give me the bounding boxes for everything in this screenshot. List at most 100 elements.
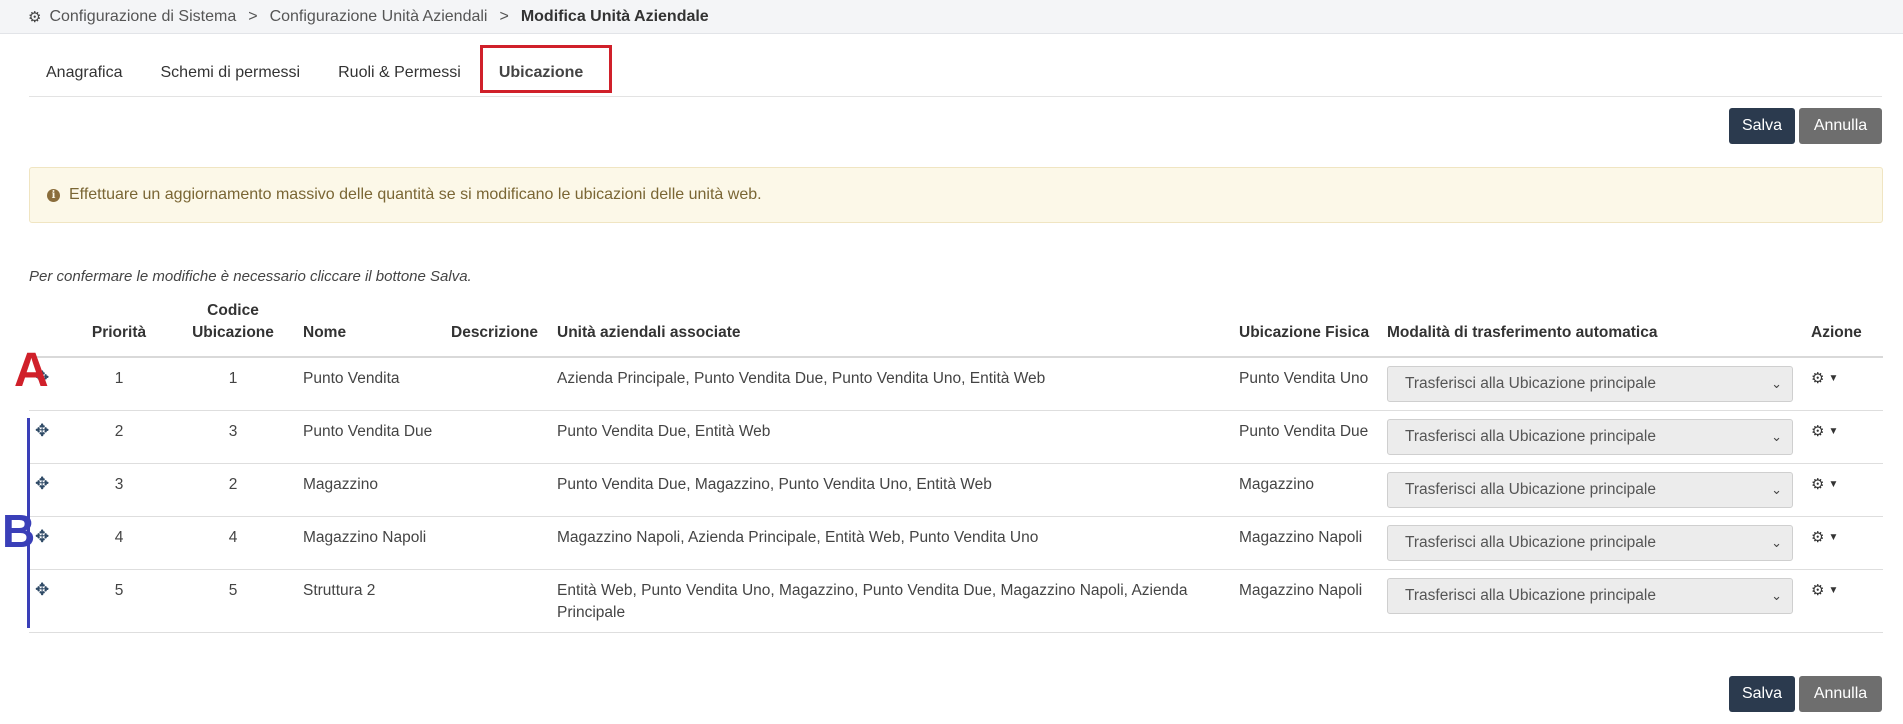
caret-down-icon: ▼: [1828, 479, 1839, 490]
cell-physical: Magazzino: [1233, 463, 1381, 517]
header-description: Descrizione: [445, 296, 551, 358]
tab-ruoli-permessi[interactable]: Ruoli & Permessi: [320, 64, 481, 96]
cell-action: ⚙ ▼: [1805, 357, 1883, 411]
cell-mode: Trasferisci alla Ubicazione principale ⌄: [1381, 410, 1805, 464]
cell-name: Punto Vendita Due: [297, 410, 445, 464]
header-mode: Modalità di trasferimento automatica: [1381, 296, 1805, 358]
select-value: Trasferisci alla Ubicazione principale: [1405, 587, 1656, 604]
save-button-bottom[interactable]: Salva: [1729, 676, 1795, 712]
breadcrumb: ⚙ Configurazione di Sistema > Configuraz…: [0, 0, 1903, 34]
header-action: Azione: [1805, 296, 1883, 358]
cell-name: Magazzino Napoli: [297, 516, 445, 570]
cell-name: Punto Vendita: [297, 357, 445, 411]
caret-down-icon: ▼: [1828, 585, 1839, 596]
select-value: Trasferisci alla Ubicazione principale: [1405, 481, 1656, 498]
cell-name: Struttura 2: [297, 569, 445, 633]
drag-handle[interactable]: ✥: [29, 569, 69, 633]
cell-description: [445, 357, 551, 411]
warning-alert: i Effettuare un aggiornamento massivo de…: [29, 167, 1883, 223]
table-row: ✥ 3 2 Magazzino Punto Vendita Due, Magaz…: [29, 463, 1883, 517]
breadcrumb-item-system[interactable]: Configurazione di Sistema: [49, 8, 236, 26]
chevron-down-icon: ⌄: [1771, 588, 1782, 603]
tab-bar: Anagrafica Schemi di permessi Ruoli & Pe…: [29, 44, 1882, 97]
row-actions-menu[interactable]: ⚙ ▼: [1811, 370, 1838, 387]
locations-table: Priorità Codice Ubicazione Nome Descrizi…: [29, 296, 1883, 633]
table-row: ✥ 5 5 Struttura 2 Entità Web, Punto Vend…: [29, 569, 1883, 633]
row-actions-menu[interactable]: ⚙ ▼: [1811, 582, 1838, 599]
cell-code: 4: [169, 516, 297, 570]
cell-priority: 5: [69, 569, 169, 633]
gear-icon: ⚙: [1811, 370, 1825, 387]
cell-description: [445, 463, 551, 517]
header-units: Unità aziendali associate: [551, 296, 1233, 358]
cancel-button-bottom[interactable]: Annulla: [1799, 676, 1882, 712]
header-priority: Priorità: [69, 296, 169, 358]
move-icon[interactable]: ✥: [35, 580, 49, 599]
cell-action: ⚙ ▼: [1805, 569, 1883, 633]
cell-physical: Punto Vendita Uno: [1233, 357, 1381, 411]
drag-handle[interactable]: ✥: [29, 410, 69, 464]
cell-code: 5: [169, 569, 297, 633]
cancel-button-top[interactable]: Annulla: [1799, 108, 1882, 144]
breadcrumb-item-units[interactable]: Configurazione Unità Aziendali: [270, 8, 488, 26]
row-actions-menu[interactable]: ⚙ ▼: [1811, 423, 1838, 440]
cell-priority: 2: [69, 410, 169, 464]
tab-schemi-permessi[interactable]: Schemi di permessi: [143, 64, 321, 96]
move-icon[interactable]: ✥: [35, 474, 49, 493]
transfer-mode-select[interactable]: Trasferisci alla Ubicazione principale ⌄: [1387, 578, 1793, 614]
cell-units: Azienda Principale, Punto Vendita Due, P…: [551, 357, 1233, 411]
chevron-down-icon: ⌄: [1771, 376, 1782, 391]
cell-code: 3: [169, 410, 297, 464]
breadcrumb-separator: >: [248, 7, 258, 25]
cell-mode: Trasferisci alla Ubicazione principale ⌄: [1381, 463, 1805, 517]
cell-mode: Trasferisci alla Ubicazione principale ⌄: [1381, 516, 1805, 570]
header-name: Nome: [297, 296, 445, 358]
breadcrumb-current: Modifica Unità Aziendale: [520, 7, 709, 25]
annotation-label-a: A: [14, 344, 49, 397]
gear-icon: ⚙: [1811, 529, 1825, 546]
cell-code: 2: [169, 463, 297, 517]
header-physical: Ubicazione Fisica: [1233, 296, 1381, 358]
chevron-down-icon: ⌄: [1771, 482, 1782, 497]
gear-icon: ⚙: [1811, 423, 1825, 440]
annotation-label-b: B: [2, 505, 36, 557]
cell-description: [445, 410, 551, 464]
transfer-mode-select[interactable]: Trasferisci alla Ubicazione principale ⌄: [1387, 525, 1793, 561]
move-icon[interactable]: ✥: [35, 421, 49, 440]
cell-mode: Trasferisci alla Ubicazione principale ⌄: [1381, 357, 1805, 411]
cell-units: Punto Vendita Due, Entità Web: [551, 410, 1233, 464]
cell-action: ⚙ ▼: [1805, 516, 1883, 570]
chevron-down-icon: ⌄: [1771, 535, 1782, 550]
transfer-mode-select[interactable]: Trasferisci alla Ubicazione principale ⌄: [1387, 472, 1793, 508]
cell-priority: 1: [69, 357, 169, 411]
info-icon: i: [47, 188, 60, 202]
caret-down-icon: ▼: [1828, 426, 1839, 437]
cell-action: ⚙ ▼: [1805, 463, 1883, 517]
tab-anagrafica[interactable]: Anagrafica: [29, 64, 143, 96]
cell-physical: Punto Vendita Due: [1233, 410, 1381, 464]
row-actions-menu[interactable]: ⚙ ▼: [1811, 476, 1838, 493]
cell-physical: Magazzino Napoli: [1233, 516, 1381, 570]
cell-units: Punto Vendita Due, Magazzino, Punto Vend…: [551, 463, 1233, 517]
cell-description: [445, 569, 551, 633]
table-row: ✥ 1 1 Punto Vendita Azienda Principale, …: [29, 357, 1883, 411]
cell-name: Magazzino: [297, 463, 445, 517]
row-actions-menu[interactable]: ⚙ ▼: [1811, 529, 1838, 546]
transfer-mode-select[interactable]: Trasferisci alla Ubicazione principale ⌄: [1387, 419, 1793, 455]
move-icon[interactable]: ✥: [35, 527, 49, 546]
table-row: ✥ 2 3 Punto Vendita Due Punto Vendita Du…: [29, 410, 1883, 464]
cell-description: [445, 516, 551, 570]
transfer-mode-select[interactable]: Trasferisci alla Ubicazione principale ⌄: [1387, 366, 1793, 402]
cell-mode: Trasferisci alla Ubicazione principale ⌄: [1381, 569, 1805, 633]
tab-highlight-annotation: [480, 45, 612, 93]
select-value: Trasferisci alla Ubicazione principale: [1405, 375, 1656, 392]
cell-units: Magazzino Napoli, Azienda Principale, En…: [551, 516, 1233, 570]
cell-units: Entità Web, Punto Vendita Uno, Magazzino…: [551, 569, 1233, 633]
cell-priority: 3: [69, 463, 169, 517]
caret-down-icon: ▼: [1828, 373, 1839, 384]
save-button-top[interactable]: Salva: [1729, 108, 1795, 144]
cell-priority: 4: [69, 516, 169, 570]
select-value: Trasferisci alla Ubicazione principale: [1405, 534, 1656, 551]
caret-down-icon: ▼: [1828, 532, 1839, 543]
table-header-row: Priorità Codice Ubicazione Nome Descrizi…: [29, 296, 1883, 358]
